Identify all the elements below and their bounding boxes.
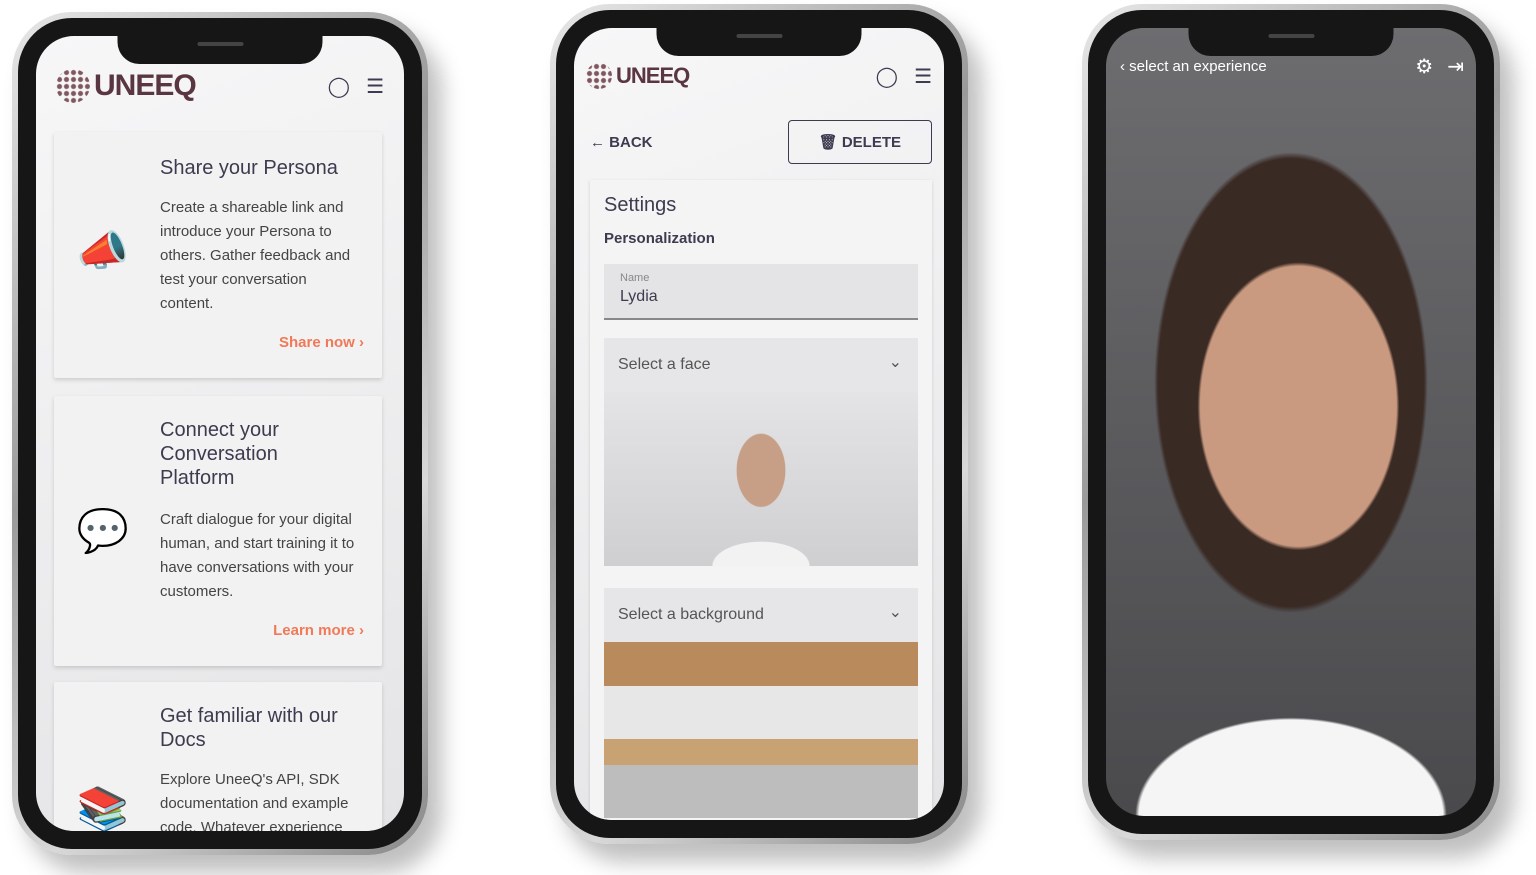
card-body: Create a shareable link and introduce yo… (160, 199, 351, 312)
name-value: Lydia (620, 288, 658, 305)
settings-panel: Settings Personalization Name Lydia Sele… (590, 180, 932, 820)
digital-human-avatar (1106, 28, 1476, 816)
phone-experience: ‹ select an experience ⚙ ⇥ (1082, 4, 1500, 840)
exit-icon[interactable]: ⇥ (1447, 54, 1464, 79)
section-label: Personalization (604, 230, 715, 247)
share-now-link[interactable]: Share now › (279, 334, 364, 351)
screen: UNEEQ ◯ ☰ ← BACK 🗑 DELETE Settings Perso… (574, 28, 944, 820)
card-title: Connect your Conversation Platform (160, 419, 279, 489)
face-select[interactable]: Select a face ⌄ (604, 338, 918, 392)
back-to-experiences[interactable]: ‹ select an experience (1120, 58, 1267, 75)
card-share-persona: Share your Persona 📣 Create a shareable … (54, 132, 382, 378)
menu-icon[interactable]: ☰ (914, 64, 932, 89)
name-field[interactable]: Name Lydia (604, 264, 918, 320)
background-preview[interactable] (604, 642, 918, 818)
card-body: Craft dialogue for your digital human, a… (160, 511, 355, 600)
card-connect-platform: Connect your Conversation Platform 💬 Cra… (54, 396, 382, 666)
screen: UNEEQ ◯ ☰ Share your Persona 📣 Create a … (36, 36, 404, 831)
phone-settings: UNEEQ ◯ ☰ ← BACK 🗑 DELETE Settings Perso… (550, 4, 968, 844)
card-docs: Get familiar with our Docs 📚 Explore Une… (54, 682, 382, 831)
card-body: Explore UneeQ's API, SDK documentation a… (160, 771, 349, 831)
delete-button[interactable]: 🗑 DELETE (787, 120, 932, 164)
back-button[interactable]: ← BACK (590, 134, 653, 151)
chat-bubbles-icon: 💬 (76, 507, 130, 554)
user-icon[interactable]: ◯ (328, 74, 350, 99)
learn-more-link[interactable]: Learn more › (273, 622, 364, 639)
face-preview[interactable] (604, 392, 918, 566)
card-title: Share your Persona (160, 157, 338, 179)
phone-dashboard: UNEEQ ◯ ☰ Share your Persona 📣 Create a … (12, 12, 428, 855)
megaphone-icon: 📣 (76, 227, 130, 274)
books-icon: 📚 (76, 785, 130, 831)
uneeq-logo[interactable]: UNEEQ (56, 69, 197, 103)
settings-title: Settings (604, 194, 677, 216)
background-select[interactable]: Select a background ⌄ (604, 588, 918, 642)
notch (1188, 28, 1394, 56)
menu-icon[interactable]: ☰ (366, 74, 384, 99)
trash-icon: 🗑 (818, 134, 838, 151)
notch (656, 28, 862, 56)
gear-icon[interactable]: ⚙ (1415, 54, 1433, 79)
chevron-down-icon: ⌄ (888, 354, 902, 371)
screen: ‹ select an experience ⚙ ⇥ (1106, 28, 1476, 816)
notch (117, 36, 323, 64)
uneeq-logo[interactable]: UNEEQ (586, 63, 690, 89)
user-icon[interactable]: ◯ (876, 64, 898, 89)
card-title: Get familiar with our Docs (160, 705, 338, 751)
chevron-down-icon: ⌄ (888, 604, 902, 621)
name-label: Name (620, 272, 650, 284)
